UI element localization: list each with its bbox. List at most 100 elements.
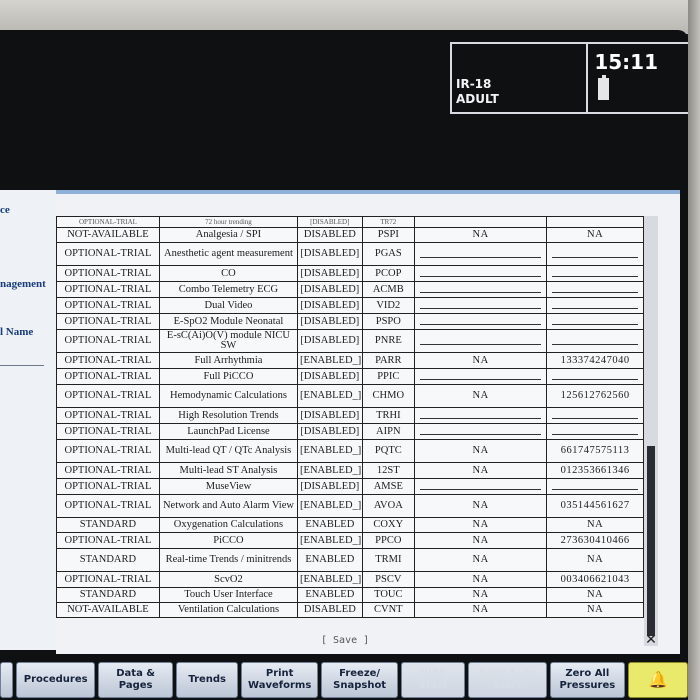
table-row[interactable]: NOT-AVAILABLE Ventilation Calculations DIS… xyxy=(56,602,644,618)
side-menu-item[interactable]: ce xyxy=(0,204,10,216)
cell-availability: OPTIONAL-TRIAL xyxy=(56,384,160,408)
cell-value-a: NA xyxy=(414,352,548,369)
cell-state: [ENABLED_] xyxy=(297,384,363,408)
table-row[interactable]: OPTIONAL-TRIAL Dual Video [DISABLED] VID2 xyxy=(56,297,644,314)
empty-field-line xyxy=(552,286,638,293)
cell-state: [DISABLED] xyxy=(297,265,363,282)
cell-value-b xyxy=(546,368,644,385)
empty-field-line xyxy=(552,412,638,419)
empty-field-line xyxy=(552,302,638,309)
freeze-snapshot-button[interactable]: Freeze/ Snapshot xyxy=(321,662,399,698)
cell-availability: OPTIONAL-TRIAL xyxy=(56,532,160,549)
table-row[interactable]: OPTIONAL-TRIAL Network and Auto Alarm Vie… xyxy=(56,494,644,518)
cell-code: PSPI xyxy=(361,227,416,243)
cell-value-a xyxy=(414,216,548,228)
cell-option-name: Ventilation Calculations xyxy=(158,602,299,618)
cell-value-a xyxy=(414,407,548,424)
scrollbar-thumb[interactable] xyxy=(647,446,655,636)
cell-state: [DISABLED] xyxy=(297,216,363,228)
table-row[interactable]: OPTIONAL-TRIAL ScvO2 [ENABLED_] PSCV NA 00340… xyxy=(56,571,644,588)
table-row-partial: OPTIONAL-TRIAL 72 hour trending [DISABLE… xyxy=(56,216,644,228)
cell-option-name: Multi-lead ST Analysis xyxy=(158,462,299,479)
table-row[interactable]: OPTIONAL-TRIAL Anesthetic agent measureme… xyxy=(56,242,644,266)
cell-value-a: NA xyxy=(414,439,548,463)
table-row[interactable]: OPTIONAL-TRIAL E-sC(Ai)O(V) module NICU S… xyxy=(56,329,644,353)
empty-field-line xyxy=(552,338,638,345)
save-button[interactable]: [ Save ] xyxy=(321,635,369,646)
table-row[interactable]: STANDARD Touch User Interface ENABLED TOUC N… xyxy=(56,587,644,603)
table-row[interactable]: OPTIONAL-TRIAL CO [DISABLED] PCOP xyxy=(56,265,644,282)
cell-option-name: High Resolution Trends xyxy=(158,407,299,424)
cell-availability: STANDARD xyxy=(56,587,160,603)
cell-option-name: Network and Auto Alarm View xyxy=(158,494,299,518)
toolbar-edge-button[interactable] xyxy=(0,662,14,698)
cell-value-b: NA xyxy=(546,548,644,572)
patient-status-box[interactable]: IR-18 ADULT 15:11 xyxy=(450,42,688,114)
cell-availability: OPTIONAL-TRIAL xyxy=(56,494,160,518)
cell-value-a: NA xyxy=(414,587,548,603)
cell-option-name: Real-time Trends / minitrends xyxy=(158,548,299,572)
cell-option-name: Analgesia / SPI xyxy=(158,227,299,243)
table-scrollbar[interactable]: ✕ xyxy=(644,216,658,646)
cell-code: VID2 xyxy=(361,297,416,314)
cell-value-b: NA xyxy=(546,227,644,243)
table-row[interactable]: OPTIONAL-TRIAL PiCCO [ENABLED_] PPCO NA 27363… xyxy=(56,532,644,549)
table-row[interactable]: OPTIONAL-TRIAL Multi-lead QT / QTc Analys… xyxy=(56,439,644,463)
close-icon[interactable]: ✕ xyxy=(644,632,658,646)
cell-value-b xyxy=(546,478,644,495)
table-row[interactable]: OPTIONAL-TRIAL Full PiCCO [DISABLED] PPIC xyxy=(56,368,644,385)
empty-field-line xyxy=(420,318,542,325)
empty-field-line xyxy=(420,251,542,258)
side-menu-item[interactable]: l Name xyxy=(0,326,33,338)
cell-value-a: NA xyxy=(414,494,548,518)
trends-button[interactable]: Trends xyxy=(176,662,239,698)
monitor-bezel-right xyxy=(688,0,700,700)
alarm-bell-icon[interactable]: 🔔 xyxy=(627,662,688,698)
side-menu-item[interactable]: nagement xyxy=(0,278,46,290)
table-row[interactable]: OPTIONAL-TRIAL Full Arrhythmia [ENABLED_] P… xyxy=(56,352,644,369)
empty-field-line xyxy=(420,483,542,490)
data-pages-button[interactable]: Data & Pages xyxy=(98,662,174,698)
cell-option-name: ScvO2 xyxy=(158,571,299,588)
cell-value-a: NA xyxy=(414,517,548,533)
cell-value-a: NA xyxy=(414,571,548,588)
print-waveforms-button[interactable]: Print Waveforms xyxy=(241,662,319,698)
empty-field-line xyxy=(420,270,542,277)
cell-value-a: NA xyxy=(414,602,548,618)
cell-code: AMSE xyxy=(361,478,416,495)
empty-field-line xyxy=(420,338,542,345)
cell-value-a xyxy=(414,313,548,330)
table-row[interactable]: OPTIONAL-TRIAL Multi-lead ST Analysis [ENA… xyxy=(56,462,644,479)
table-row[interactable]: OPTIONAL-TRIAL Combo Telemetry ECG [DISABL… xyxy=(56,281,644,298)
patient-info: IR-18 ADULT xyxy=(452,44,588,112)
cell-state: [DISABLED] xyxy=(297,281,363,298)
cell-state: [DISABLED] xyxy=(297,478,363,495)
table-row[interactable]: STANDARD Real-time Trends / minitrends ENA… xyxy=(56,548,644,572)
cell-availability: OPTIONAL-TRIAL xyxy=(56,478,160,495)
zero-all-pressures-button[interactable]: Zero All Pressures xyxy=(549,662,625,698)
table-row[interactable]: OPTIONAL-TRIAL MuseView [DISABLED] AMSE xyxy=(56,478,644,495)
table-row[interactable]: OPTIONAL-TRIAL LaunchPad License [DISABLED… xyxy=(56,423,644,440)
table-row[interactable]: OPTIONAL-TRIAL Hemodynamic Calculations [E… xyxy=(56,384,644,408)
cell-availability: OPTIONAL-TRIAL xyxy=(56,368,160,385)
cell-value-b xyxy=(546,329,644,353)
cell-code: TOUC xyxy=(361,587,416,603)
cell-state: ENABLED xyxy=(297,517,363,533)
cell-option-name: Touch User Interface xyxy=(158,587,299,603)
table-row[interactable]: STANDARD Oxygenation Calculations ENABLED C… xyxy=(56,517,644,533)
table-row[interactable]: OPTIONAL-TRIAL High Resolution Trends [DIS… xyxy=(56,407,644,424)
table-row[interactable]: NOT-AVAILABLE Analgesia / SPI DISABLED PSPI… xyxy=(56,227,644,243)
cell-value-a xyxy=(414,242,548,266)
nibp-start-button[interactable]: NIBP Start xyxy=(401,662,465,698)
software-options-dialog: OPTIONAL-TRIAL 72 hour trending [DISABLE… xyxy=(56,190,680,654)
empty-field-line xyxy=(420,286,542,293)
cell-value-a xyxy=(414,265,548,282)
cell-state: [DISABLED] xyxy=(297,368,363,385)
cell-availability: OPTIONAL-TRIAL xyxy=(56,329,160,353)
procedures-button[interactable]: Procedures xyxy=(16,662,96,698)
nibp-auto-start-button[interactable]: NIBP Auto Start xyxy=(467,662,547,698)
cell-option-name: Hemodynamic Calculations xyxy=(158,384,299,408)
cell-option-name: CO xyxy=(158,265,299,282)
cell-option-name: Dual Video xyxy=(158,297,299,314)
table-row[interactable]: OPTIONAL-TRIAL E-SpO2 Module Neonatal [DIS… xyxy=(56,313,644,330)
